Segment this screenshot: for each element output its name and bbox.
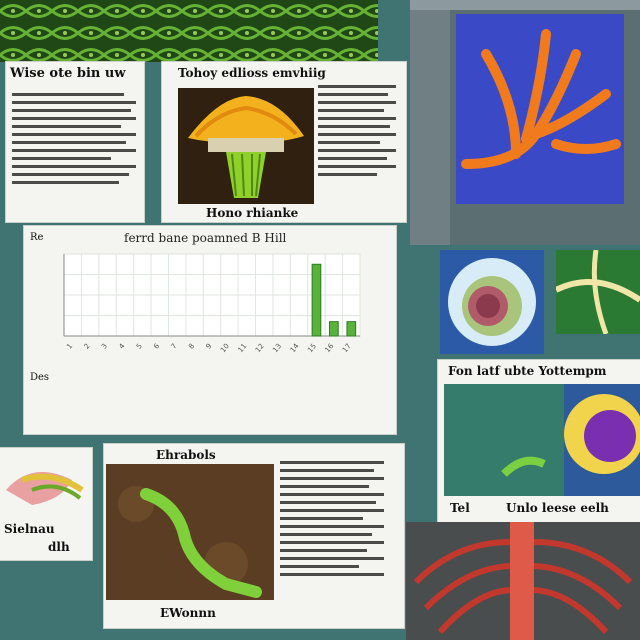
- green-tentacle-photo: [106, 464, 274, 600]
- chart-x-tick-label: 15: [306, 342, 318, 354]
- right-bottom-card-caption: Unlo leese eelh: [506, 501, 609, 515]
- bottom-article-title: Ehrabols: [156, 448, 216, 462]
- chart-x-tick-label: 9: [205, 342, 214, 351]
- chart-x-tick-label: 6: [152, 342, 161, 351]
- chart-x-tick-label: 17: [341, 342, 353, 354]
- right-bottom-card-title: Fon latf ubte Yottempm: [448, 364, 607, 378]
- chart-x-tick-label: 2: [83, 342, 92, 351]
- anatomy-illustration: [2, 450, 90, 518]
- chart-x-tick-label: 14: [289, 342, 301, 354]
- software-toolbar: [410, 0, 640, 10]
- chart-x-tick-label: 8: [187, 342, 196, 351]
- top-middle-article-body: [318, 80, 396, 181]
- green-mesh-photo: [0, 0, 378, 62]
- top-middle-article-title: Tohoy edlioss emvhiig: [178, 66, 326, 80]
- bottom-left-caption-a: Sielnau: [4, 522, 55, 536]
- chart-x-tick-label: 10: [219, 342, 231, 354]
- chart-x-tick-label: 4: [117, 342, 126, 351]
- chart-x-tick-label: 11: [236, 342, 248, 354]
- chart-bar: [346, 321, 357, 337]
- bottom-article-caption: EWonnn: [160, 606, 216, 620]
- chart-title: ferrd bane poamned B Hill: [124, 231, 287, 245]
- chart-x-tick-label: 7: [170, 342, 179, 351]
- chart-x-tick-label: 12: [254, 342, 266, 354]
- chart-corner-label: Re: [30, 232, 44, 243]
- chart-x-tick-label: 16: [324, 342, 336, 354]
- chart-x-tick-label: 5: [135, 342, 144, 351]
- software-window: [410, 0, 640, 245]
- left-article-title: Wise ote bin uw: [10, 66, 126, 81]
- green-tissue-photo: [556, 250, 640, 334]
- bottom-article-body: [280, 456, 384, 581]
- chart-x-tick-label: 1: [65, 342, 74, 351]
- mushroom-photo: [178, 88, 314, 204]
- bottom-left-caption-b: dlh: [48, 540, 70, 554]
- chart-x-tick-label: 13: [271, 342, 283, 354]
- left-article-body: [12, 88, 136, 189]
- right-bottom-card-caption-prefix: Tel: [450, 501, 470, 515]
- cell-cross-section-photo: [440, 250, 544, 354]
- ribcage-render: [406, 522, 640, 640]
- chart-bar: [329, 321, 339, 337]
- chart-x-tick-label: 3: [100, 342, 109, 351]
- top-middle-article-caption: Hono rhianke: [206, 206, 299, 220]
- bar-chart: 1 2 3 4 5 6 7 8 9 10 11 12 13 14 15 16 17: [63, 253, 361, 354]
- blue-green-microscopy-photo: [444, 384, 640, 496]
- software-side-panel: [410, 10, 450, 245]
- orange-coral-render: [456, 14, 624, 204]
- chart-bar: [311, 263, 322, 337]
